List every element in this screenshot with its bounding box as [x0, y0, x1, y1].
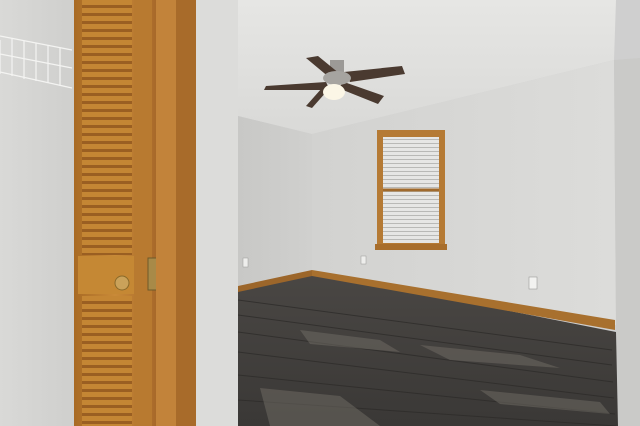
louvered-closet-door: [74, 0, 163, 426]
room-illustration: [0, 0, 640, 426]
door-trim: [176, 0, 196, 426]
wall-outlet-small: [360, 255, 367, 265]
wall-outlet: [528, 276, 538, 290]
closet-wall: [0, 0, 74, 426]
door-knob: [114, 275, 130, 291]
right-wall: [614, 58, 640, 426]
wall-outlet-left: [242, 257, 249, 268]
window: [375, 130, 447, 250]
door-jamb: [156, 0, 176, 426]
partition-wall: [196, 0, 238, 426]
room-photo: [0, 0, 640, 426]
left-wall: [238, 116, 312, 290]
